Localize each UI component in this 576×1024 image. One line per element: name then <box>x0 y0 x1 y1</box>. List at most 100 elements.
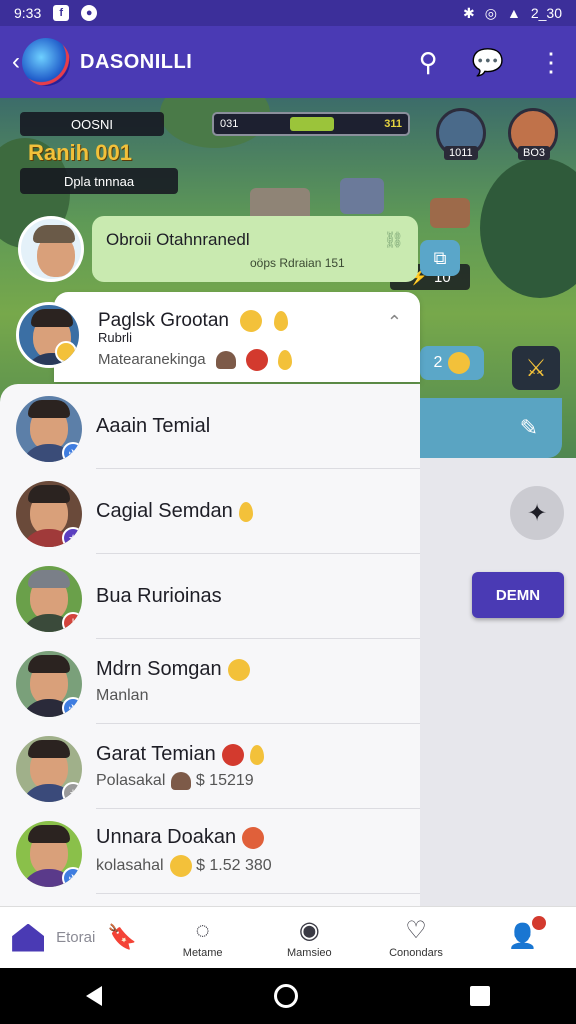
link-icon: ⛓ <box>383 232 404 249</box>
edit-panel[interactable]: ✎ <box>420 398 562 458</box>
nav-item-3[interactable]: ◉ Mamsieo <box>256 907 363 968</box>
chat-name: Bua Rurioinas <box>96 585 222 607</box>
demo-button[interactable]: DEMN <box>472 572 564 618</box>
featured-chat-status: Matearanekinga <box>98 350 206 368</box>
bookmark-icon[interactable]: 🔖 <box>107 923 137 952</box>
xp-bar: 031 311 <box>212 112 410 136</box>
smile-emoji-icon <box>169 855 192 877</box>
status-bar: 9:33 f ● ✱ ◎ ▲ 2_30 <box>0 0 576 26</box>
nav-home[interactable]: Etorai 🔖 <box>0 907 149 968</box>
bubble-avatar[interactable] <box>18 216 84 282</box>
game-counter-pill[interactable]: 2 <box>420 346 484 380</box>
xp-left-label: 031 <box>220 118 239 130</box>
list-item[interactable]: ✈ Mdrn Somgan Manlan <box>0 639 420 724</box>
status-badge <box>55 341 77 363</box>
mushroom-icon <box>171 771 192 790</box>
app-logo <box>22 38 70 86</box>
system-home-icon[interactable] <box>274 984 298 1008</box>
chat-name: Unnara Doakan <box>96 826 237 848</box>
notification-icon: f <box>53 5 70 21</box>
status-badge: ✈ <box>62 867 82 887</box>
chat-name: Garat Temian <box>96 742 216 765</box>
featured-chat-name-row: Paglsk Grootan <box>98 310 420 332</box>
nav-profile[interactable]: 👤 <box>469 907 576 968</box>
list-item[interactable]: + Garat Temian Polasakal $ 15219 <box>0 724 420 809</box>
chat-status: Manlan <box>96 687 149 704</box>
more-options-icon[interactable]: ⋮ <box>538 49 564 75</box>
list-item[interactable]: ★ Cagial Semdan <box>0 469 420 554</box>
chat-name-row: Cagial Semdan <box>96 500 253 523</box>
edit-icon[interactable]: ✎ <box>520 415 538 441</box>
status-badge: ! <box>62 612 82 632</box>
chat-list: ✈ Aaain Temial ★ Cagial Semdan ! Bua Rur… <box>0 384 420 906</box>
chat-name: Mdrn Somgan <box>96 658 222 680</box>
featured-chat-status-row: Matearanekinga <box>98 349 420 372</box>
drop-icon <box>249 744 264 765</box>
message-bubble[interactable]: Obroii Otahnranedl oöps Rdraian 151 ⛓ <box>92 216 418 282</box>
featured-chat-name: Paglsk Grootan <box>98 310 229 332</box>
chat-name-row: Unnara Doakan <box>96 826 272 849</box>
chat-name-row: Mdrn Somgan <box>96 658 250 681</box>
back-icon[interactable]: ‹ <box>12 48 20 76</box>
heart-chat-icon: ♡ <box>405 917 427 944</box>
bubble-action-icon[interactable]: ⧉ <box>420 240 460 276</box>
player-name-panel: OOSNI <box>20 112 164 136</box>
system-recents-icon[interactable] <box>470 986 490 1006</box>
featured-chat[interactable]: Paglsk Grootan Rubrli Matearanekinga ⌃ <box>54 292 420 382</box>
profile-icon: 👤 <box>508 916 546 951</box>
bottom-nav: Etorai 🔖 ◌ Metame ◉ Mamsieo ♡ Conondars … <box>0 906 576 968</box>
rank-title: Ranih 001 <box>28 140 132 165</box>
location-icon: ◎ <box>484 4 497 21</box>
angry-emoji-icon <box>221 743 244 766</box>
home-icon <box>12 923 45 952</box>
avatar: ✈ <box>16 396 82 462</box>
drop-icon <box>278 350 293 371</box>
avatar: ! <box>16 566 82 632</box>
chat-name: Cagial Semdan <box>96 500 233 522</box>
chevron-up-icon[interactable]: ⌃ <box>387 312 402 333</box>
smile-emoji-icon <box>448 352 471 374</box>
chat-status: kolasahal <box>96 857 164 875</box>
list-item[interactable]: ! Bua Rurioinas <box>0 554 420 639</box>
feather-icon[interactable]: ✦ <box>510 486 564 540</box>
nav-item-3-label: Mamsieo <box>287 947 332 959</box>
status-badge: ★ <box>62 527 82 547</box>
list-item[interactable]: ✈ Unnara Doakan kolasahal $ 1.52 380 <box>0 809 420 894</box>
chat-notification-icon: ● <box>81 5 98 21</box>
xp-fill <box>290 117 334 131</box>
nav-item-4[interactable]: ♡ Conondars <box>363 907 470 968</box>
nav-item-4-label: Conondars <box>389 947 443 959</box>
app-title: DASONILLI <box>80 50 193 73</box>
chat-icon: ◌ <box>195 916 210 944</box>
xp-value: 311 <box>384 118 402 130</box>
app-bar: ‹ DASONILLI ⚲ 💬 ⋮ <box>0 26 576 98</box>
sword-button[interactable]: ⚔ <box>512 346 560 390</box>
system-back-icon[interactable] <box>86 986 102 1006</box>
avatar: ✈ <box>16 651 82 717</box>
chat-bubble-icon[interactable]: 💬 <box>472 49 504 75</box>
player-avatar-label: BO3 <box>518 146 551 160</box>
chat-status-row: kolasahal $ 1.52 380 <box>96 855 272 877</box>
featured-chat-avatar[interactable] <box>16 302 82 368</box>
bubble-subtitle: oöps Rdraian 151 <box>250 256 345 270</box>
angry-emoji-icon <box>242 826 265 849</box>
nav-home-label: Etorai <box>56 929 96 946</box>
nav-item-2-label: Metame <box>182 946 223 959</box>
avatar: ★ <box>16 481 82 547</box>
nav-item-2[interactable]: ◌ Metame <box>149 907 256 968</box>
chat-status-row: Polasakal $ 15219 <box>96 771 264 790</box>
status-badge: ✈ <box>62 697 82 717</box>
clock-icon: ◉ <box>298 917 320 944</box>
player-subtitle-panel: Dpla tnnnaa <box>20 168 178 194</box>
clock: 9:33 <box>14 5 42 21</box>
signal-icon: ▲ <box>506 5 521 21</box>
list-item[interactable]: ✈ Aaain Temial <box>0 384 420 469</box>
mushroom-icon <box>215 351 236 370</box>
chat-name: Aaain Temial <box>96 415 211 437</box>
search-icon[interactable]: ⚲ <box>419 49 438 75</box>
angry-emoji-icon <box>245 349 268 372</box>
status-badge: + <box>62 782 82 802</box>
avatar: ✈ <box>16 821 82 887</box>
opponent-avatar-label: 1011 <box>444 146 478 160</box>
system-nav-bar <box>0 968 576 1024</box>
